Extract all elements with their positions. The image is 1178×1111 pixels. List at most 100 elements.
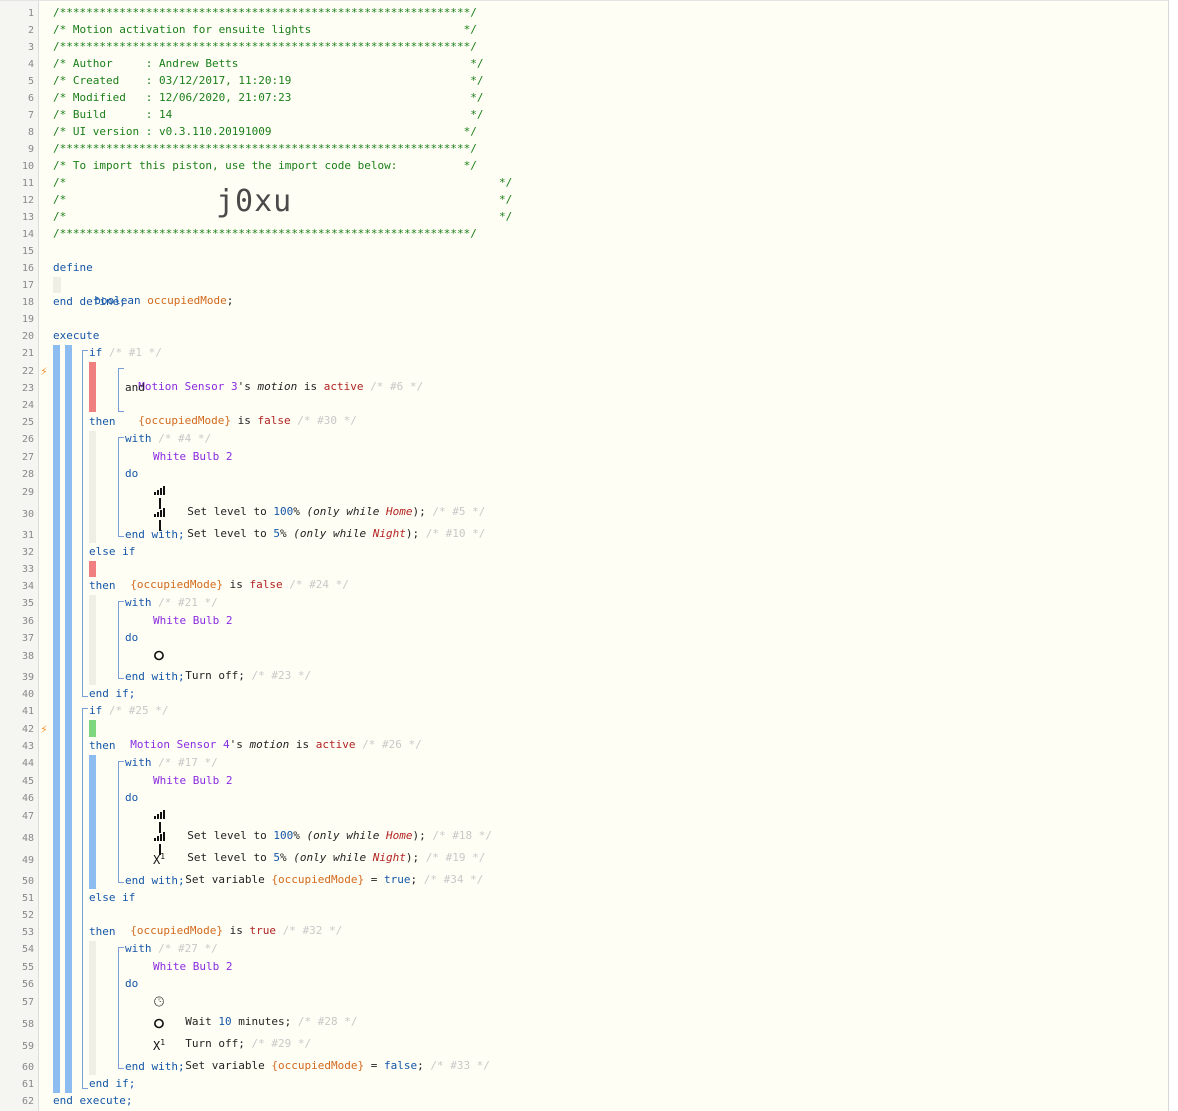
value: false [249, 578, 283, 591]
if-keyword[interactable]: if /* #25 */ [89, 703, 168, 719]
line-number: 11 [21, 178, 34, 189]
define-indent-guide [53, 277, 61, 293]
with-label: with [125, 756, 152, 769]
statement-id: /* #6 */ [370, 380, 424, 393]
condition-occupied-true[interactable]: {occupiedMode} is true /* #32 */ [117, 907, 342, 939]
semicolon: ; [417, 1059, 424, 1072]
with-label: with [125, 942, 152, 955]
condition-true-bar [89, 720, 96, 737]
line-number: 25 [21, 417, 34, 428]
line-number: 51 [21, 893, 34, 904]
restriction: (only while [293, 527, 367, 540]
with-keyword[interactable]: with /* #17 */ [125, 755, 218, 771]
line-number: 28 [21, 469, 34, 480]
attribute-name: motion [249, 738, 290, 751]
possessive: 's [237, 380, 251, 393]
operator: = [370, 873, 378, 886]
line-number: 46 [21, 793, 34, 804]
power-icon: ⭘ [153, 1017, 165, 1032]
line-number: 54 [21, 944, 34, 955]
header-empty-left: /* [53, 176, 67, 189]
line-number: 36 [21, 616, 34, 627]
else-if-keyword[interactable]: else if [89, 544, 135, 560]
line-number: 34 [21, 581, 34, 592]
header-stars-top: /***************************************… [53, 6, 477, 19]
device-white-bulb-2[interactable]: White Bulb 2 [153, 449, 232, 465]
semicolon: ; [226, 294, 234, 307]
line-number: 35 [21, 598, 34, 609]
line-number: 29 [21, 487, 34, 498]
statement-id: /* #10 */ [425, 527, 486, 540]
with-keyword[interactable]: with /* #27 */ [125, 941, 218, 957]
with-keyword[interactable]: with /* #4 */ [125, 431, 211, 447]
line-number: 5 [27, 76, 34, 87]
variable-ref: {occupiedMode} [271, 873, 365, 886]
end-define-keyword: end define; [53, 295, 126, 308]
line-number-gutter: 1 2 3 4 5 6 7 8 9 10 11 12 13 14 15 16 17 18 19 20 21 22 23 24 2… [0, 1, 39, 1111]
end-with-keyword: end with; [125, 670, 185, 683]
mode-name: Night [372, 527, 406, 540]
line-number: 15 [21, 246, 34, 257]
header-stars-bottom: /***************************************… [53, 227, 477, 240]
line-number: 32 [21, 547, 34, 558]
operator: is [229, 924, 243, 937]
if-keyword[interactable]: if /* #1 */ [89, 345, 162, 361]
then-block-bar [89, 755, 96, 889]
action-set-variable-false[interactable]: Set variable {occupiedMode} = false; /* … [172, 1042, 490, 1074]
header-modified: /* Modified : 12/06/2020, 21:07:23 */ [53, 91, 484, 104]
statement-id: /* #21 */ [158, 596, 218, 609]
line-number: 61 [21, 1079, 34, 1090]
action-set-level-5-night[interactable]: Set level to 5% (only while Night); /* #… [174, 510, 485, 542]
trigger-lightning-icon: ⚡︎ [40, 364, 48, 378]
command: Set variable [185, 873, 265, 886]
line-number: 40 [21, 689, 34, 700]
line-number: 58 [21, 1019, 34, 1030]
line-number: 52 [21, 910, 34, 921]
action-turn-off[interactable]: Turn off; /* #23 */ [172, 652, 311, 684]
value: true [249, 924, 276, 937]
operator: is [237, 414, 251, 427]
with-keyword[interactable]: with /* #21 */ [125, 595, 218, 611]
statement-id: /* #1 */ [108, 346, 162, 359]
line-number: 3 [27, 42, 34, 53]
import-code[interactable]: j0xu [216, 186, 292, 218]
condition-occupied-false[interactable]: {occupiedMode} is false /* #24 */ [117, 561, 349, 593]
command: Turn off; [185, 669, 245, 682]
device-white-bulb-2[interactable]: White Bulb 2 [153, 959, 232, 975]
line-number: 31 [21, 530, 34, 541]
condition-motion-sensor-4[interactable]: Motion Sensor 4's motion is active /* #2… [117, 721, 421, 753]
then-keyword: then [89, 579, 116, 592]
line-number: 39 [21, 672, 34, 683]
end-if-keyword: end if; [89, 687, 136, 700]
line-number: 24 [21, 400, 34, 411]
line-number: 2 [27, 25, 34, 36]
statement-id: /* #33 */ [430, 1059, 490, 1072]
line-number: 42 [21, 724, 34, 735]
device-white-bulb-2[interactable]: White Bulb 2 [153, 613, 232, 629]
device-white-bulb-2[interactable]: White Bulb 2 [153, 773, 232, 789]
line-number: 7 [27, 110, 34, 121]
condition-motion-sensor-3[interactable]: Motion Sensor 3's motion is active /* #6… [125, 363, 423, 395]
signal-level-icon [153, 809, 167, 833]
value: false [257, 414, 291, 427]
line-number: 23 [21, 383, 34, 394]
attribute-name: motion [257, 380, 298, 393]
else-if-keyword[interactable]: else if [89, 890, 135, 906]
condition-occupied-false[interactable]: {occupiedMode} is false /* #30 */ [125, 397, 357, 429]
line-number: 9 [27, 144, 34, 155]
line-number: 55 [21, 962, 34, 973]
action-set-variable-true[interactable]: Set variable {occupiedMode} = true; /* #… [172, 856, 483, 888]
variable-icon: X1 [152, 852, 166, 867]
line-number: 62 [21, 1096, 34, 1107]
end-with-keyword: end with; [125, 528, 185, 541]
line-number: 10 [21, 161, 34, 172]
header-empty-right: */ [499, 176, 513, 189]
variable-ref: {occupiedMode} [271, 1059, 365, 1072]
then-keyword: then [89, 739, 116, 752]
statement-id: /* #17 */ [158, 756, 218, 769]
line-number: 41 [21, 706, 34, 717]
and-operator[interactable]: and [125, 380, 145, 396]
line-number: 59 [21, 1041, 34, 1052]
if-label: if [89, 704, 103, 717]
with-block-bracket [118, 601, 124, 679]
